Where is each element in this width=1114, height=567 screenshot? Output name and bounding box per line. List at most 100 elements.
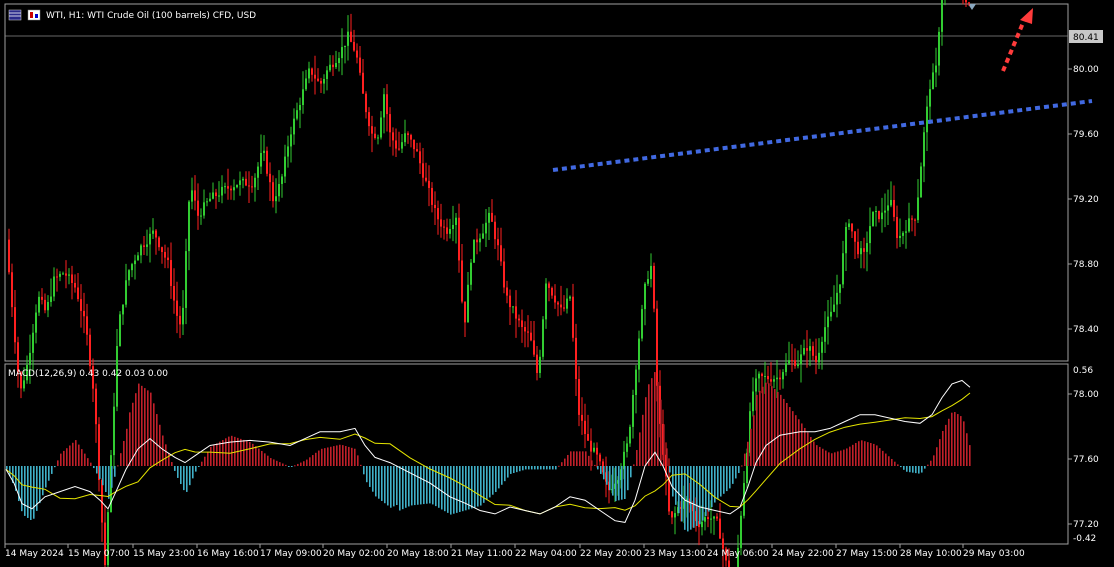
macd-histogram-bar-neg xyxy=(921,466,923,473)
bear-candle xyxy=(428,165,430,207)
x-tick-label: 20 May 18:00 xyxy=(387,549,449,559)
macd-histogram-bar-neg xyxy=(375,466,377,497)
window-grid-icon[interactable] xyxy=(8,9,22,21)
macd-histogram-bar-pos xyxy=(825,450,827,466)
macd-histogram-bar-pos xyxy=(876,445,878,466)
macd-histogram-bar-pos xyxy=(768,383,770,466)
macd-histogram-bar-neg xyxy=(429,466,431,504)
bull-candle xyxy=(305,69,307,91)
bull-candle xyxy=(485,208,487,247)
bull-candle xyxy=(890,181,892,208)
bull-candle xyxy=(788,341,790,365)
bear-candle xyxy=(422,147,424,187)
bull-candle xyxy=(329,55,331,73)
macd-histogram-bar-pos xyxy=(804,427,806,466)
macd-histogram-bar-neg xyxy=(513,466,515,474)
chart-canvas: WTI, H1: WTI Crude Oil (100 barrels) CFD… xyxy=(4,0,1103,567)
macd-histogram-bar-neg xyxy=(672,466,674,497)
bear-candle xyxy=(716,513,718,521)
bull-candle xyxy=(809,338,811,367)
macd-histogram-bar-neg xyxy=(453,466,455,514)
macd-histogram-bar-neg xyxy=(402,466,404,510)
bull-candle xyxy=(908,202,910,233)
macd-histogram-bar-pos xyxy=(942,430,944,466)
macd-top-value: 0.56 xyxy=(1073,366,1093,376)
macd-histogram-bar-pos xyxy=(858,441,860,466)
bull-candle xyxy=(875,206,877,227)
macd-histogram-bar-neg xyxy=(486,466,488,501)
bear-candle xyxy=(158,236,160,251)
bull-candle xyxy=(839,284,841,305)
bull-candle xyxy=(212,182,214,200)
macd-histogram-bar-neg xyxy=(510,466,512,474)
bull-candle xyxy=(35,304,37,344)
y-tick-label: 78.00 xyxy=(1073,390,1099,400)
bear-candle xyxy=(509,289,511,326)
macd-histogram-bar-neg xyxy=(441,466,443,510)
bull-candle xyxy=(401,133,403,153)
bull-candle xyxy=(539,349,541,378)
macd-histogram-bar-neg xyxy=(471,466,473,509)
bear-candle xyxy=(14,289,16,354)
bear-candle xyxy=(386,84,388,132)
macd-histogram-bar-neg xyxy=(732,466,734,484)
macd-histogram-bar-pos xyxy=(648,384,650,466)
macd-histogram-bar-pos xyxy=(651,378,653,466)
macd-histogram-bar-neg xyxy=(489,466,491,498)
macd-histogram-bar-pos xyxy=(642,414,644,466)
price-panel-frame xyxy=(4,3,1069,362)
macd-histogram-bar-neg xyxy=(378,466,380,499)
macd-histogram-bar-pos xyxy=(594,464,596,466)
macd-histogram-bar-neg xyxy=(693,466,695,528)
macd-histogram-bar-neg xyxy=(114,466,116,477)
bull-candle xyxy=(848,219,850,230)
bear-candle xyxy=(71,265,73,300)
macd-histogram-bar-pos xyxy=(321,448,323,466)
macd-histogram-bar-pos xyxy=(966,433,968,466)
bear-candle xyxy=(464,301,466,337)
chart-flag-icon[interactable] xyxy=(27,9,41,21)
macd-histogram-bar-pos xyxy=(162,435,164,466)
macd-histogram-bar-pos xyxy=(807,432,809,466)
macd-histogram-bar-neg xyxy=(609,466,611,491)
y-tick-label: 78.40 xyxy=(1073,325,1099,335)
bear-candle xyxy=(392,127,394,156)
macd-histogram-bar-pos xyxy=(216,443,218,466)
macd-histogram-bar-pos xyxy=(855,443,857,466)
macd-histogram-bar-pos xyxy=(639,432,641,466)
macd-histogram-bar-pos xyxy=(327,447,329,466)
macd-histogram-bar-pos xyxy=(969,445,971,466)
bear-candle xyxy=(416,142,418,152)
macd-histogram-bar-pos xyxy=(822,448,824,466)
macd-histogram-bar-neg xyxy=(195,466,197,472)
x-tick-label: 20 May 02:00 xyxy=(323,549,385,559)
macd-histogram-bar-neg xyxy=(390,466,392,508)
macd-histogram-bar-pos xyxy=(834,452,836,466)
macd-histogram-bar-pos xyxy=(123,440,125,466)
bear-candle xyxy=(419,142,421,174)
bull-candle xyxy=(200,208,202,225)
macd-histogram-bar-neg xyxy=(498,466,500,489)
macd-histogram-bar-pos xyxy=(348,446,350,466)
bull-candle xyxy=(929,79,931,125)
macd-histogram-bar-neg xyxy=(447,466,449,513)
macd-histogram-bar-neg xyxy=(474,466,476,508)
macd-histogram-bar-pos xyxy=(60,453,62,466)
bear-candle xyxy=(506,280,508,304)
macd-histogram-bar-neg xyxy=(414,466,416,506)
bear-candle xyxy=(143,236,145,256)
bear-candle xyxy=(272,175,274,208)
bear-candle xyxy=(413,139,415,158)
bull-candle xyxy=(803,339,805,356)
bull-candle xyxy=(845,222,847,271)
macd-histogram-bar-pos xyxy=(249,441,251,466)
macd-panel-frame xyxy=(4,363,1069,545)
bull-candle xyxy=(218,181,220,202)
macd-histogram-bar-neg xyxy=(180,466,182,485)
macd-histogram-bar-neg xyxy=(915,466,917,474)
macd-histogram-bar-pos xyxy=(231,435,233,466)
macd-histogram-bar-neg xyxy=(492,466,494,495)
macd-histogram-bar-neg xyxy=(444,466,446,512)
macd-histogram-bar-pos xyxy=(828,452,830,466)
bull-candle xyxy=(383,88,385,134)
